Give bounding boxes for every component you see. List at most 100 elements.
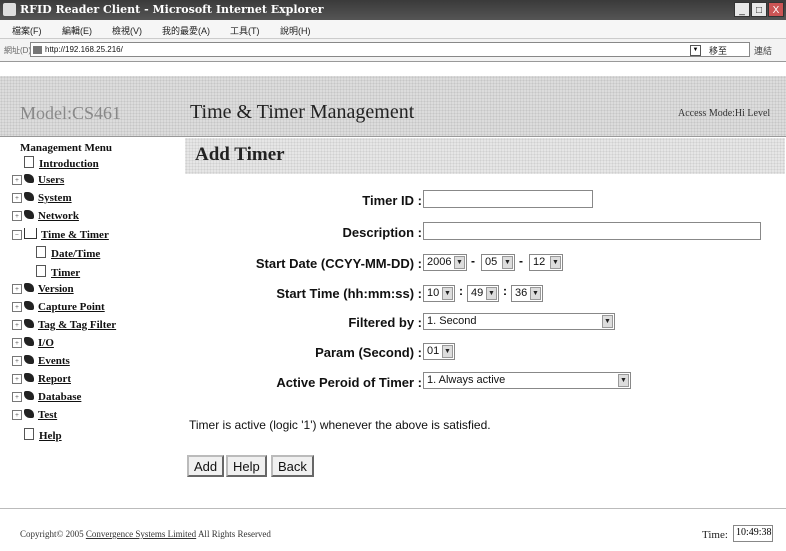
access-mode: Access Mode:Hi Level [678,108,771,119]
page-footer: Copyright© 2005 Convergence Systems Limi… [0,508,786,551]
ie-icon [3,3,16,16]
address-url: http://192.168.25.216/ [45,45,123,54]
param-select[interactable]: 01 ▼ [423,343,455,360]
model-label: Model:CS461 [20,103,122,123]
book-icon [24,373,34,382]
document-icon [36,265,46,277]
document-icon [24,428,34,440]
address-label: 網址(D) [4,46,32,55]
sidebar-item-date-time[interactable]: Date/Time [36,246,100,260]
document-icon [36,246,46,258]
minimize-button[interactable]: _ [734,2,750,17]
sidebar-item-capture-point[interactable]: + Capture Point [12,301,105,313]
sidebar-item-tag-filter[interactable]: + Tag & Tag Filter [12,319,116,331]
help-button[interactable]: Help [226,455,267,477]
book-icon [24,283,34,292]
active-period-select[interactable]: 1. Always active ▼ [423,372,631,389]
start-time-label: Start Time (hh:mm:ss) : [276,286,422,301]
form-title-bar: Add Timer [185,138,785,174]
expand-icon[interactable]: + [12,193,22,203]
dropdown-arrow-icon: ▼ [530,287,541,300]
expand-icon[interactable]: + [12,356,22,366]
start-date-label: Start Date (CCYY-MM-DD) : [255,256,422,271]
dropdown-arrow-icon: ▼ [550,256,561,269]
sidebar-item-version[interactable]: + Version [12,283,74,295]
sidebar-item-report[interactable]: + Report [12,373,71,385]
dropdown-arrow-icon: ▼ [486,287,497,300]
sidebar-item-test[interactable]: + Test [12,409,57,421]
menu-file[interactable]: 檔案(F) [12,24,42,37]
expand-icon[interactable]: + [12,374,22,384]
description-input[interactable] [423,222,761,240]
book-icon [24,210,34,219]
dropdown-arrow-icon: ▼ [454,256,465,269]
sidebar-item-time-timer[interactable]: − Time & Timer [12,228,109,241]
book-icon [24,409,34,418]
active-period-label: Active Peroid of Timer : [276,375,422,390]
expand-icon[interactable]: + [12,302,22,312]
address-input[interactable]: http://192.168.25.216/ [30,42,750,57]
menu-help[interactable]: 說明(H) [280,24,311,37]
dropdown-arrow-icon: ▼ [618,374,629,387]
sidebar-item-users[interactable]: + Users [12,174,64,186]
start-month-select[interactable]: 05 ▼ [481,254,515,271]
start-second-select[interactable]: 36 ▼ [511,285,543,302]
expand-icon[interactable]: + [12,320,22,330]
menu-tools[interactable]: 工具(T) [230,24,260,37]
add-button[interactable]: Add [187,455,225,477]
expand-icon[interactable]: + [12,284,22,294]
back-button[interactable]: Back [271,455,314,477]
sidebar-item-events[interactable]: + Events [12,355,70,367]
param-label: Param (Second) : [315,345,422,360]
main-content: Add Timer Timer ID : Description : Start… [175,138,786,508]
links-button[interactable]: 連結 [754,44,772,57]
page-header: Model:CS461 Time & Timer Management Acce… [0,76,786,137]
dropdown-arrow-icon: ▼ [502,256,513,269]
expand-icon[interactable]: + [12,410,22,420]
time-field[interactable]: 10:49:38 [733,525,773,542]
expand-icon[interactable]: + [12,338,22,348]
document-icon [24,156,34,168]
sidebar-item-database[interactable]: + Database [12,391,81,403]
timer-id-label: Timer ID : [362,193,422,208]
dropdown-arrow-icon: ▼ [442,287,453,300]
menu-view[interactable]: 檢視(V) [112,24,142,37]
description-label: Description : [342,225,422,240]
go-button[interactable]: 移至 [709,44,727,57]
book-icon [24,192,34,201]
maximize-button[interactable]: □ [751,2,767,17]
company-link[interactable]: Convergence Systems Limited [86,529,196,539]
sidebar-item-introduction[interactable]: Introduction [24,156,99,170]
close-button[interactable]: X [768,2,784,17]
form-title: Add Timer [195,144,285,165]
start-minute-select[interactable]: 49 ▼ [467,285,499,302]
start-hour-select[interactable]: 10 ▼ [423,285,455,302]
start-day-select[interactable]: 12 ▼ [529,254,563,271]
page-title: Time & Timer Management [190,101,415,123]
menu-heading: Management Menu [20,142,112,154]
collapse-icon[interactable]: − [12,230,22,240]
sidebar-item-timer[interactable]: Timer [36,265,80,279]
timer-id-input[interactable] [423,190,593,208]
copyright-text: Copyright© 2005 Convergence Systems Limi… [20,529,271,539]
sidebar-item-system[interactable]: + System [12,192,72,204]
expand-icon[interactable]: + [12,175,22,185]
filtered-by-select[interactable]: 1. Second ▼ [423,313,615,330]
start-year-select[interactable]: 2006 ▼ [423,254,467,271]
menu-edit[interactable]: 編輯(E) [62,24,92,37]
expand-icon[interactable]: + [12,392,22,402]
sidebar-item-network[interactable]: + Network [12,210,79,222]
expand-icon[interactable]: + [12,211,22,221]
time-label: Time: [702,529,728,541]
address-dropdown-icon[interactable]: ▼ [690,45,701,56]
menu-bar: 檔案(F) 編輯(E) 檢視(V) 我的最愛(A) 工具(T) 說明(H) [0,20,786,39]
window-title: RFID Reader Client - Microsoft Internet … [20,3,324,16]
book-icon [24,337,34,346]
menu-favorites[interactable]: 我的最愛(A) [162,24,210,37]
title-bar: RFID Reader Client - Microsoft Internet … [0,0,786,20]
dropdown-arrow-icon: ▼ [442,345,453,358]
sidebar-item-help[interactable]: Help [24,428,62,442]
book-icon [24,355,34,364]
sidebar-item-io[interactable]: + I/O [12,337,54,349]
book-icon [24,391,34,400]
